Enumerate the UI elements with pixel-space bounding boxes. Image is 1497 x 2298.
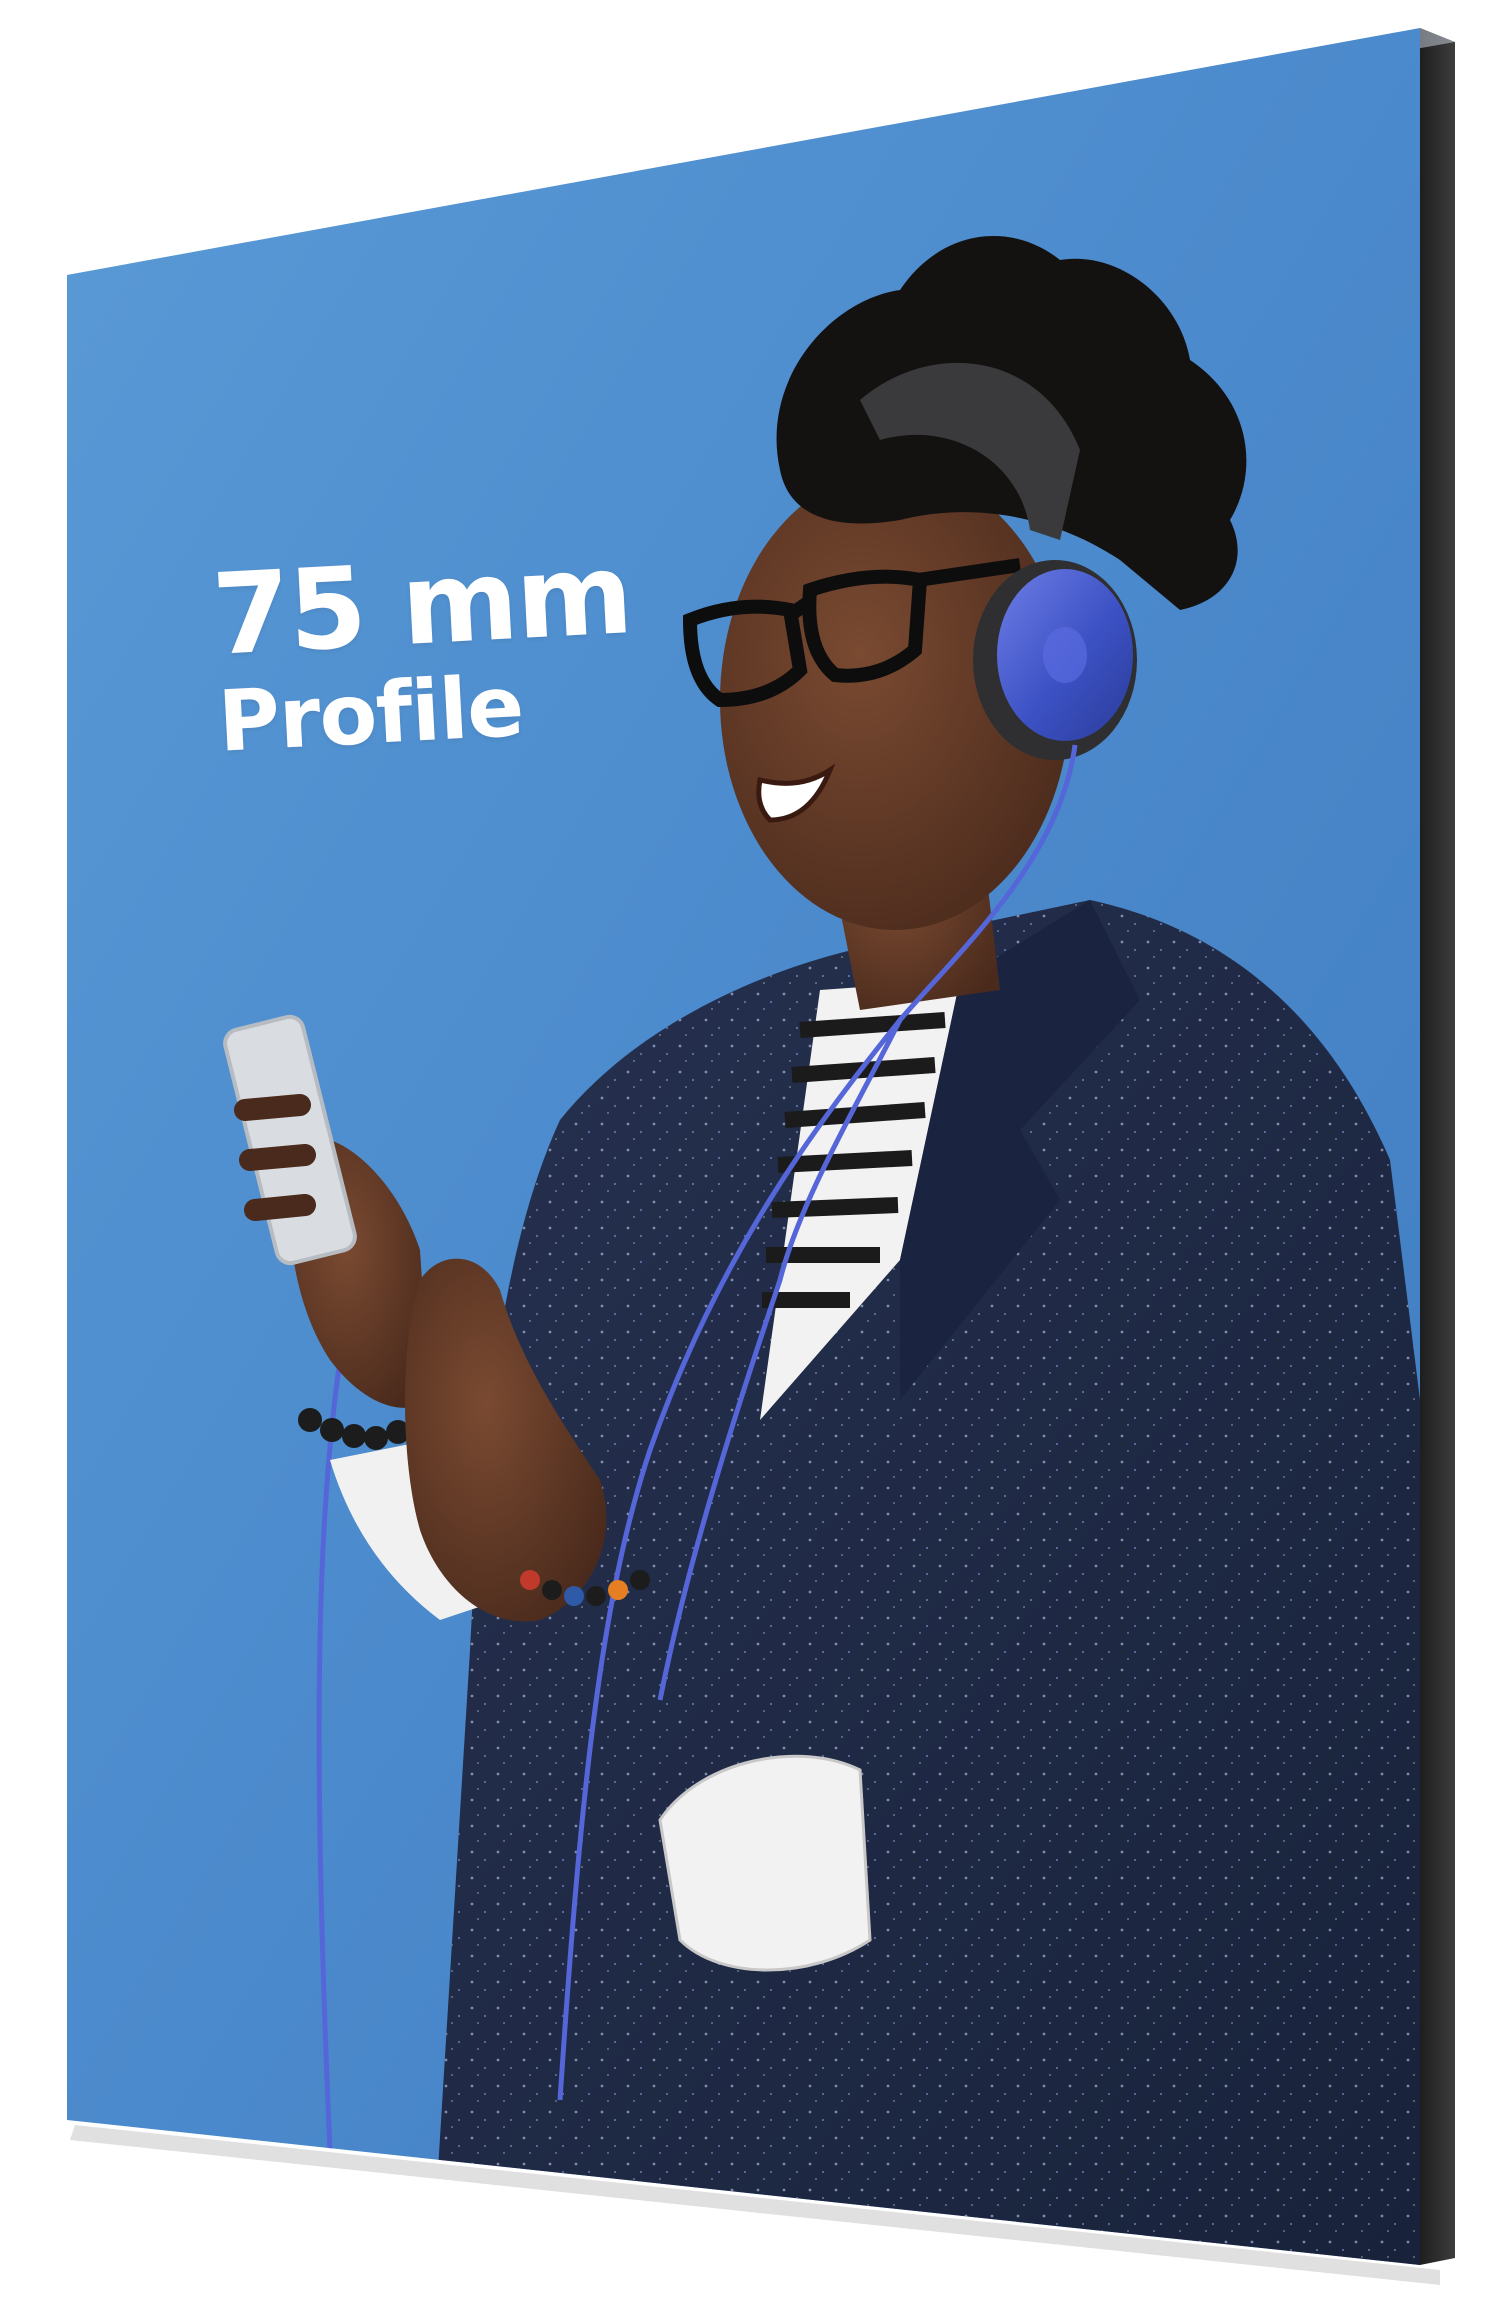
product-headline: 75 mm Profile [209, 529, 638, 771]
headline-size: 75 mm [209, 529, 635, 681]
frame-side-edge [1420, 28, 1455, 2265]
headphone-cup [973, 560, 1137, 760]
product-visual: 75 mm Profile [0, 0, 1497, 2294]
frame-panel-graphic [67, 28, 1455, 2285]
rolled-cuff [658, 1754, 872, 1972]
